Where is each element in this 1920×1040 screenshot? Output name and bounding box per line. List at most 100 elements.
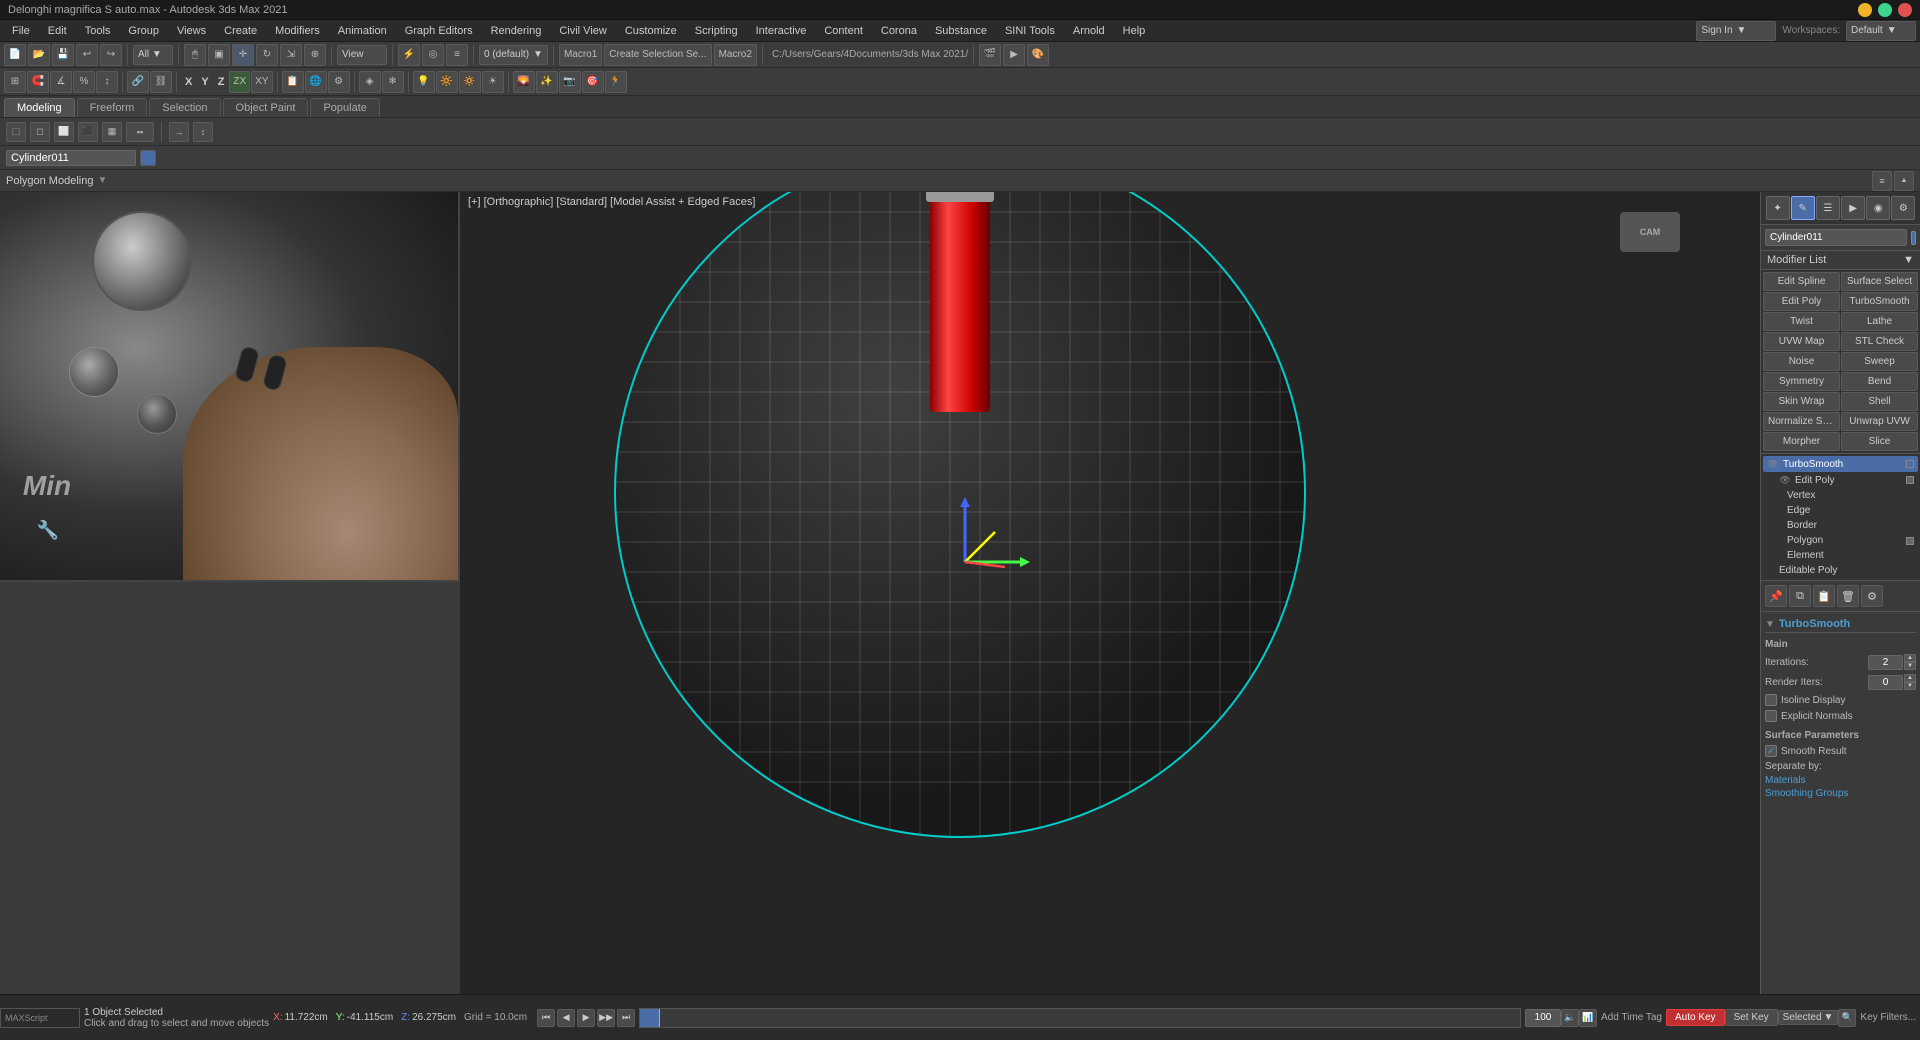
menu-customize[interactable]: Customize xyxy=(617,23,685,39)
mod-turbosmooth[interactable]: TurboSmooth xyxy=(1841,292,1918,311)
create-tab-btn[interactable]: ✦ xyxy=(1766,196,1790,220)
ts-isoline-checkbox[interactable] xyxy=(1765,694,1777,706)
isolate-btn[interactable]: ◈ xyxy=(359,71,381,93)
mod-slice[interactable]: Slice xyxy=(1841,432,1918,451)
display-tab-btn[interactable]: ◉ xyxy=(1866,196,1890,220)
coord-sys-dropdown[interactable]: 0 (default) ▼ xyxy=(479,45,548,65)
sub-btn-1[interactable]: ⬚ xyxy=(6,122,26,142)
mod-uvw-map[interactable]: UVW Map xyxy=(1763,332,1840,351)
undo-btn[interactable]: ↩ xyxy=(76,44,98,66)
stack-editable-poly[interactable]: Editable Poly xyxy=(1763,563,1918,578)
env-btn[interactable]: 🌄 xyxy=(513,71,535,93)
timeline-slider[interactable] xyxy=(639,1008,1521,1028)
sound-btn[interactable]: 🔈 xyxy=(1561,1009,1579,1027)
sub-btn-4[interactable]: ⬛ xyxy=(78,122,98,142)
menu-animation[interactable]: Animation xyxy=(330,23,395,39)
mod-twist[interactable]: Twist xyxy=(1763,312,1840,331)
minimize-button[interactable] xyxy=(1858,3,1872,17)
hierarchy-tab-btn[interactable]: ☰ xyxy=(1816,196,1840,220)
snap-btn[interactable]: ⚡ xyxy=(398,44,420,66)
menu-arnold[interactable]: Arnold xyxy=(1065,23,1113,39)
filter-dropdown[interactable]: All ▼ xyxy=(133,45,173,65)
sub-btn-3[interactable]: ⬜ xyxy=(54,122,74,142)
camera3-btn[interactable]: 📷 xyxy=(559,71,581,93)
modifier-list-header[interactable]: Modifier List ▼ xyxy=(1761,251,1920,270)
xy-btn[interactable]: XY xyxy=(251,71,272,93)
poly-sub2[interactable]: ▲ xyxy=(1894,171,1914,191)
ts-iter-up[interactable]: ▲ xyxy=(1904,654,1916,662)
mod-lathe[interactable]: Lathe xyxy=(1841,312,1918,331)
maximize-button[interactable] xyxy=(1878,3,1892,17)
stack-edit-poly[interactable]: 👁 Edit Poly xyxy=(1763,472,1918,488)
track-view-btn[interactable]: 📊 xyxy=(1579,1009,1597,1027)
poly-sub1[interactable]: ≡ xyxy=(1872,171,1892,191)
menu-views[interactable]: Views xyxy=(169,23,214,39)
menu-create[interactable]: Create xyxy=(216,23,265,39)
stack-edge[interactable]: Edge xyxy=(1763,503,1918,518)
create-sel-btn[interactable]: Create Selection Se... xyxy=(604,44,711,66)
props-btn[interactable]: ⚙ xyxy=(328,71,350,93)
mod-edit-spline[interactable]: Edit Spline xyxy=(1763,272,1840,291)
mod-stl-check[interactable]: STL Check xyxy=(1841,332,1918,351)
add-time-tag-btn[interactable]: Add Time Tag xyxy=(1601,1012,1662,1023)
frame-number[interactable]: 100 xyxy=(1525,1009,1561,1027)
unlink-btn[interactable]: ⛓ xyxy=(150,71,172,93)
ts-smooth-result-checkbox[interactable] xyxy=(1765,745,1777,757)
utilities-tab-btn[interactable]: ⚙ xyxy=(1891,196,1915,220)
tab-object-paint[interactable]: Object Paint xyxy=(223,98,309,117)
obj-color-btn[interactable] xyxy=(140,150,156,166)
workspace-dropdown[interactable]: Default ▼ xyxy=(1846,21,1916,41)
percent-snap-btn[interactable]: % xyxy=(73,71,95,93)
poly-arrow[interactable]: ▼ xyxy=(97,175,107,186)
auto-key-btn[interactable]: Auto Key xyxy=(1666,1009,1725,1026)
menu-help[interactable]: Help xyxy=(1115,23,1154,39)
layer-btn[interactable]: 📋 xyxy=(282,71,304,93)
view-dropdown[interactable]: View xyxy=(337,45,387,65)
ts-smoothing-groups-link[interactable]: Smoothing Groups xyxy=(1765,787,1916,800)
scale-btn[interactable]: ⇲ xyxy=(280,44,302,66)
align-btn[interactable]: ≡ xyxy=(446,44,468,66)
new-file-btn[interactable]: 📄 xyxy=(4,44,26,66)
ts-iterations-input[interactable] xyxy=(1868,655,1903,670)
stack-turbosmooth[interactable]: 👁 TurboSmooth xyxy=(1763,456,1918,472)
ts-render-down[interactable]: ▼ xyxy=(1904,682,1916,690)
menu-scripting[interactable]: Scripting xyxy=(687,23,746,39)
mod-shell[interactable]: Shell xyxy=(1841,392,1918,411)
next-frame-btn[interactable]: ▶▶ xyxy=(597,1009,615,1027)
stack-element[interactable]: Element xyxy=(1763,548,1918,563)
select-btn[interactable]: 🖱 xyxy=(184,44,206,66)
sub-btn-6[interactable]: ▪▪ xyxy=(126,122,154,142)
menu-file[interactable]: File xyxy=(4,23,38,39)
mod-tool-pin[interactable]: 📌 xyxy=(1765,585,1787,607)
sub-btn-8[interactable]: ↕ xyxy=(193,122,213,142)
select-region-btn[interactable]: ▣ xyxy=(208,44,230,66)
snap2-btn[interactable]: ◎ xyxy=(422,44,444,66)
object-color-picker[interactable] xyxy=(1911,231,1916,245)
stack-polygon[interactable]: Polygon xyxy=(1763,533,1918,548)
freeze-btn[interactable]: ❄ xyxy=(382,71,404,93)
mod-bend[interactable]: Bend xyxy=(1841,372,1918,391)
scene-btn[interactable]: 🌐 xyxy=(305,71,327,93)
ts-toggle[interactable]: ▼ xyxy=(1765,619,1775,630)
close-button[interactable] xyxy=(1898,3,1912,17)
light4-btn[interactable]: ☀ xyxy=(482,71,504,93)
menu-edit[interactable]: Edit xyxy=(40,23,75,39)
ts-render-iters-input[interactable] xyxy=(1868,675,1903,690)
menu-substance[interactable]: Substance xyxy=(927,23,995,39)
render-btn[interactable]: ▶ xyxy=(1003,44,1025,66)
mod-sweep[interactable]: Sweep xyxy=(1841,352,1918,371)
open-file-btn[interactable]: 📂 xyxy=(28,44,50,66)
menu-group[interactable]: Group xyxy=(120,23,167,39)
object-name-input[interactable] xyxy=(6,150,136,166)
move-btn[interactable]: ✛ xyxy=(232,44,254,66)
tab-freeform[interactable]: Freeform xyxy=(77,98,148,117)
mod-morpher[interactable]: Morpher xyxy=(1763,432,1840,451)
material-editor-btn[interactable]: 🎨 xyxy=(1027,44,1049,66)
menu-graph-editors[interactable]: Graph Editors xyxy=(397,23,481,39)
menu-civil-view[interactable]: Civil View xyxy=(551,23,614,39)
mod-tool-copy[interactable]: ⧉ xyxy=(1789,585,1811,607)
menu-rendering[interactable]: Rendering xyxy=(483,23,550,39)
set-key-btn[interactable]: Set Key xyxy=(1725,1009,1760,1026)
mod-noise[interactable]: Noise xyxy=(1763,352,1840,371)
zx-btn[interactable]: ZX xyxy=(229,71,250,93)
